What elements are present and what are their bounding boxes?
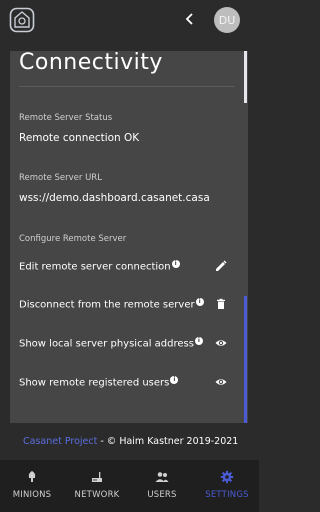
eye-icon[interactable]	[215, 337, 227, 349]
avatar[interactable]: DU	[214, 7, 240, 33]
nav-minions[interactable]: MINIONS	[0, 460, 64, 512]
trash-icon[interactable]	[215, 298, 227, 310]
eye-icon[interactable]	[215, 376, 227, 388]
gear-icon	[220, 470, 234, 484]
nav-settings[interactable]: SETTINGS	[195, 460, 259, 512]
info-icon[interactable]: i	[194, 337, 203, 345]
nav-settings-label: SETTINGS	[205, 490, 249, 500]
back-button[interactable]	[180, 9, 200, 29]
info-icon[interactable]: i	[170, 376, 179, 384]
footer: Casanet Project - © Haim Kastner 2019-20…	[23, 436, 238, 447]
nav-minions-label: MINIONS	[12, 490, 52, 500]
nav-network-label: NETWORK	[74, 490, 120, 500]
show-remote-users-row[interactable]: Show remote registered users i	[10, 370, 236, 396]
disconnect-remote-row[interactable]: Disconnect from the remote server i	[10, 292, 236, 318]
edit-remote-connection-row[interactable]: Edit remote server connection i	[10, 254, 236, 280]
show-local-address-label: Show local server physical address i	[19, 337, 203, 349]
nav-network[interactable]: NETWORK	[65, 460, 129, 512]
minion-icon	[28, 471, 36, 482]
copyright-text: - © Haim Kastner 2019-2021	[97, 436, 239, 447]
pencil-icon[interactable]	[215, 260, 227, 272]
remote-status-label: Remote Server Status	[19, 113, 113, 123]
scrollbar-track-accent[interactable]	[244, 296, 247, 423]
configure-label: Configure Remote Server	[19, 234, 127, 244]
router-icon	[92, 472, 102, 482]
users-icon	[155, 472, 169, 482]
edit-remote-connection-label: Edit remote server connection i	[19, 260, 180, 272]
disconnect-remote-label: Disconnect from the remote server i	[19, 298, 204, 310]
scrollbar-thumb[interactable]	[244, 51, 247, 103]
casanet-project-link[interactable]: Casanet Project	[23, 436, 97, 447]
nav-users[interactable]: USERS	[130, 460, 194, 512]
remote-url-value: wss://demo.dashboard.casanet.casa	[19, 192, 210, 204]
remote-url-label: Remote Server URL	[19, 173, 102, 183]
show-remote-users-label: Show remote registered users i	[19, 376, 179, 388]
nav-users-label: USERS	[147, 490, 177, 500]
title-divider	[19, 86, 235, 87]
remote-status-value: Remote connection OK	[19, 132, 140, 144]
show-local-address-row[interactable]: Show local server physical address i	[10, 331, 236, 357]
info-icon[interactable]: i	[195, 298, 204, 306]
casanet-logo-icon[interactable]	[9, 7, 35, 33]
page-title: Connectivity	[19, 50, 163, 75]
bottom-navigation: MINIONS NETWORK USERS SETTINGS	[0, 460, 259, 512]
chevron-left-icon	[185, 13, 193, 25]
info-icon[interactable]: i	[171, 260, 180, 268]
app-bar: DU	[0, 0, 259, 40]
